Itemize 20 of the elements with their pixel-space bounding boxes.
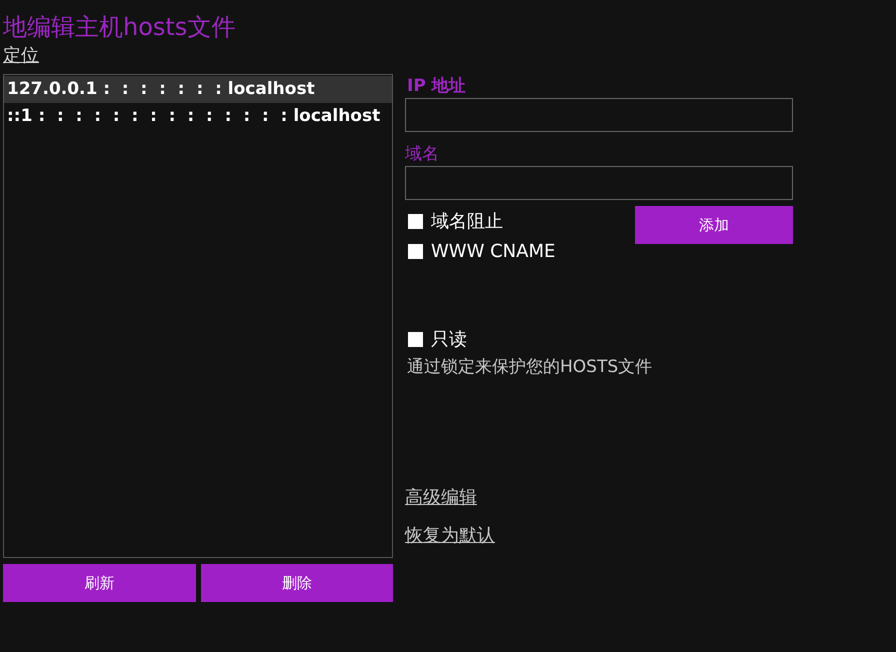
checkbox[interactable] <box>408 214 423 228</box>
ip-address-field[interactable] <box>405 98 793 132</box>
readonly-hint: 通过锁定来保护您的HOSTS文件 <box>406 356 654 379</box>
page-title: 地编辑主机hosts文件 <box>3 12 236 42</box>
checkbox-label: WWW CNAME <box>431 240 556 264</box>
field-label: IP 地址 <box>406 75 467 98</box>
hosts-entry[interactable]: ::1 : : : : : : : : : : : : : : localhost <box>4 103 392 130</box>
locate-link[interactable]: 定位 <box>3 45 39 66</box>
add-button[interactable]: 添加 <box>635 206 793 244</box>
field-label: 域名 <box>405 143 440 166</box>
refresh-button[interactable]: 刷新 <box>3 564 196 602</box>
restore-default-link[interactable]: 恢复为默认 <box>405 522 495 550</box>
hosts-entry[interactable]: 127.0.0.1 : : : : : : : localhost <box>4 76 392 103</box>
delete-button[interactable]: 删除 <box>200 564 393 602</box>
advanced-edit-link[interactable]: 高级编辑 <box>405 484 477 512</box>
checkbox[interactable] <box>408 332 423 346</box>
checkbox-label: 域名阻止 <box>431 210 503 234</box>
checkbox[interactable] <box>408 244 423 258</box>
checkbox-label: 只读 <box>431 328 467 352</box>
domain-field[interactable] <box>405 166 793 200</box>
